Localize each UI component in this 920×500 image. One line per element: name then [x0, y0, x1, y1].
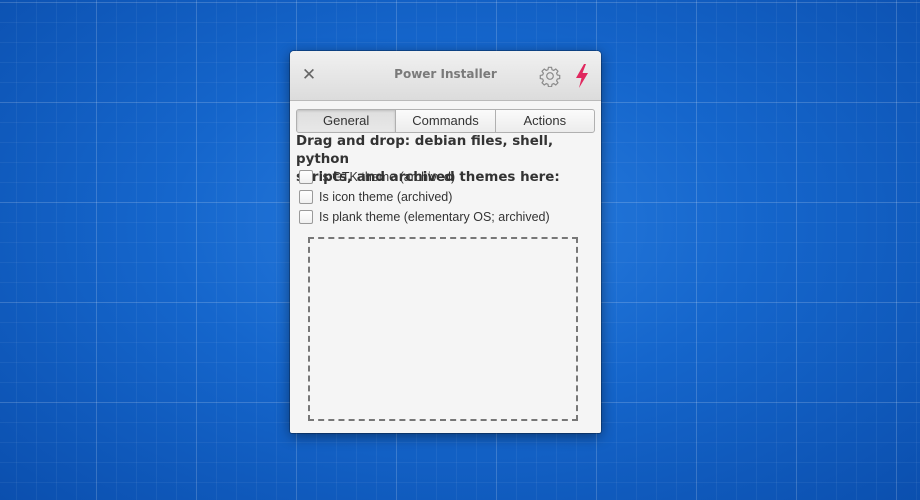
- tab-actions[interactable]: Actions: [496, 110, 594, 132]
- window-title: Power Installer: [394, 67, 497, 81]
- titlebar: ✕ Power Installer: [290, 51, 601, 101]
- tab-general[interactable]: General: [297, 110, 397, 132]
- gtk-theme-label: Is GTK theme (archived): [319, 170, 456, 184]
- instructions-line-1: Drag and drop: debian files, shell, pyth…: [296, 134, 554, 167]
- icon-theme-checkbox[interactable]: [299, 190, 313, 204]
- close-icon[interactable]: ✕: [300, 66, 318, 84]
- drop-zone[interactable]: [308, 237, 578, 421]
- plank-theme-checkbox[interactable]: [299, 210, 313, 224]
- tab-bar: General Commands Actions: [296, 109, 595, 133]
- icon-theme-option[interactable]: Is icon theme (archived): [299, 189, 452, 205]
- lightning-bolt-icon[interactable]: [574, 64, 590, 88]
- plank-theme-label: Is plank theme (elementary OS; archived): [319, 210, 550, 224]
- gtk-theme-option[interactable]: Is GTK theme (archived): [299, 169, 455, 185]
- gear-icon[interactable]: [539, 65, 561, 87]
- icon-theme-label: Is icon theme (archived): [319, 190, 453, 204]
- power-installer-window: ✕ Power Installer General Commands Actio…: [290, 51, 601, 433]
- tab-commands[interactable]: Commands: [396, 110, 496, 132]
- plank-theme-option[interactable]: Is plank theme (elementary OS; archived): [299, 209, 550, 225]
- gtk-theme-checkbox[interactable]: [299, 170, 313, 184]
